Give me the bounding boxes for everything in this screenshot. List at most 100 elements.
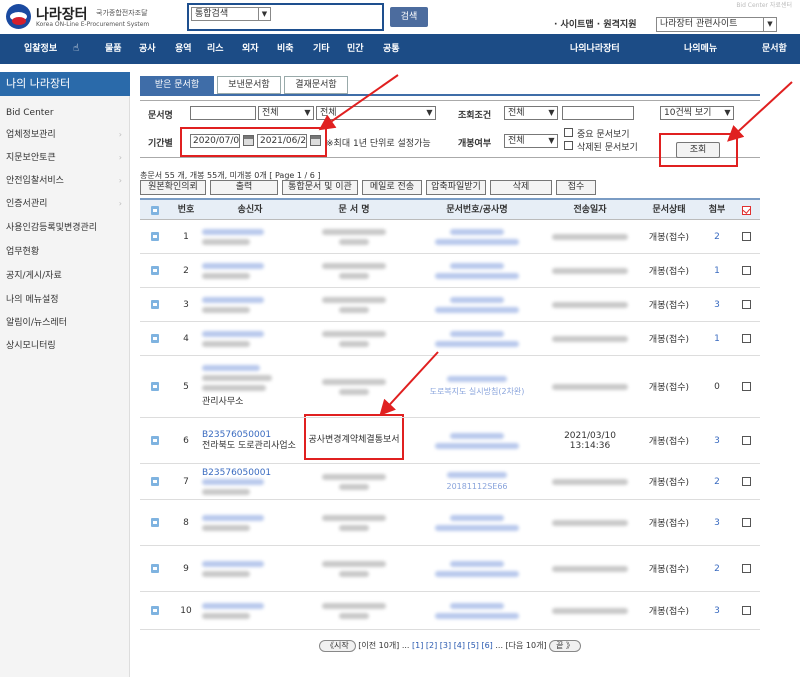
row-doc-number[interactable] <box>410 322 544 355</box>
nav-common[interactable]: 공통 <box>383 34 400 64</box>
nav-my-nara[interactable]: 나의나라장터 <box>570 34 620 64</box>
related-sites-select[interactable]: 나라장터 관련사이트 ▼ <box>656 17 777 32</box>
nara-logo[interactable]: 나라장터 국가종합전자조달 Korea ON-Line E-Procuremen… <box>6 3 149 31</box>
pager-last-button[interactable]: 끝 》 <box>549 640 582 652</box>
search-box[interactable]: 통합검색 ▼ <box>187 3 384 31</box>
pager-page-1[interactable]: [1] <box>412 641 423 650</box>
row-attach-count[interactable]: 3 <box>702 418 732 463</box>
scope-select-2[interactable]: 전체 ▼ <box>316 106 436 120</box>
sidebar-item-work-status[interactable]: 업무현황 <box>0 241 130 263</box>
row-sender[interactable]: B23576050001 전라북도 도로관리사업소 <box>202 418 298 463</box>
table-row[interactable]: 3 개봉(접수) 3 <box>140 288 760 322</box>
row-doc-number[interactable] <box>410 220 544 253</box>
merge-transfer-button[interactable]: 통합문서 및 이관 <box>282 180 358 195</box>
nav-private[interactable]: 민간 <box>347 34 364 64</box>
row-doc-title[interactable] <box>298 592 410 629</box>
row-doc-title[interactable] <box>298 220 410 253</box>
table-row[interactable]: 10 개봉(접수) 3 <box>140 592 760 630</box>
row-doc-title[interactable] <box>298 288 410 321</box>
pager-page-5[interactable]: [5] <box>468 641 479 650</box>
table-row[interactable]: 5 관리사무소 도로복지도 실시방침(2차완) 개봉(접수) 0 <box>140 356 760 418</box>
download-zip-button[interactable]: 압축파일받기 <box>426 180 486 195</box>
row-doc-number[interactable] <box>410 500 544 545</box>
row-select-checkbox[interactable] <box>732 464 760 499</box>
row-select-checkbox[interactable] <box>732 322 760 355</box>
nav-foreign[interactable]: 외자 <box>242 34 259 64</box>
nav-bid-info[interactable]: 입찰정보 <box>24 34 57 64</box>
row-attach-count[interactable]: 1 <box>702 322 732 355</box>
top-links[interactable]: Bid Center 자료센터 <box>440 0 800 10</box>
row-attach-count[interactable]: 0 <box>702 356 732 417</box>
pager-page-2[interactable]: [2] <box>426 641 437 650</box>
row-select-checkbox[interactable] <box>732 220 760 253</box>
search-button[interactable]: 검색 <box>390 7 428 27</box>
sidebar-item-bid-center[interactable]: Bid Center <box>0 102 130 124</box>
row-select-checkbox[interactable] <box>732 254 760 287</box>
condition-select[interactable]: 전체 ▼ <box>504 106 558 120</box>
select-all-checkbox[interactable] <box>732 200 760 220</box>
row-doc-number[interactable] <box>410 592 544 629</box>
search-type-select[interactable]: 통합검색 ▼ <box>191 7 271 21</box>
doc-number-text[interactable]: 20181112SE66 <box>446 482 507 491</box>
row-sender[interactable] <box>202 546 298 591</box>
sidebar-item-company-info[interactable]: 업체정보관리 › <box>0 124 130 146</box>
nav-etc[interactable]: 기타 <box>313 34 330 64</box>
sidebar-item-safe-bid[interactable]: 안전입찰서비스 › <box>0 170 130 192</box>
row-sender[interactable] <box>202 254 298 287</box>
table-row[interactable]: 9 개봉(접수) 2 <box>140 546 760 592</box>
row-doc-title[interactable] <box>298 356 410 417</box>
row-sender[interactable] <box>202 288 298 321</box>
tab-approval[interactable]: 결재문서함 <box>284 76 348 94</box>
page-size-select[interactable]: 10건씩 보기 ▼ <box>660 106 734 120</box>
row-doc-number[interactable] <box>410 418 544 463</box>
nav-service[interactable]: 용역 <box>175 34 192 64</box>
print-button[interactable]: 출력 <box>210 180 278 195</box>
sender-bid[interactable]: B23576050001 <box>202 430 296 441</box>
doc-title-text[interactable]: 공사변경계약체결통보서 <box>300 435 407 446</box>
sidebar-item-fingerprint-token[interactable]: 지문보안토큰 › <box>0 147 130 169</box>
tab-sent[interactable]: 보낸문서함 <box>217 76 281 94</box>
row-sender[interactable] <box>202 592 298 629</box>
pager-first-button[interactable]: 《시작 <box>318 640 356 652</box>
nav-construction[interactable]: 공사 <box>139 34 156 64</box>
row-select-checkbox[interactable] <box>732 418 760 463</box>
doc-name-input[interactable] <box>190 106 256 120</box>
receive-button[interactable]: 접수 <box>556 180 596 195</box>
scope-select-1[interactable]: 전체 ▼ <box>258 106 314 120</box>
doc-number-text[interactable]: 도로복지도 실시방침(2차완) <box>430 386 525 397</box>
send-mail-button[interactable]: 메일로 전송 <box>362 180 422 195</box>
row-attach-count[interactable]: 2 <box>702 220 732 253</box>
row-doc-title[interactable] <box>298 322 410 355</box>
row-attach-count[interactable]: 3 <box>702 592 732 629</box>
row-sender[interactable] <box>202 322 298 355</box>
table-row[interactable]: 7 B23576050001 20181112SE66 개봉(접수) 2 <box>140 464 760 500</box>
table-row[interactable]: 4 개봉(접수) 1 <box>140 322 760 356</box>
nav-my-menu[interactable]: 나의메뉴 <box>684 34 717 64</box>
row-attach-count[interactable]: 3 <box>702 288 732 321</box>
row-sender[interactable]: B23576050001 <box>202 464 298 499</box>
delete-button[interactable]: 삭제 <box>490 180 552 195</box>
sidebar-item-newsletter[interactable]: 알림이/뉴스레터 <box>0 312 130 334</box>
row-doc-number[interactable] <box>410 546 544 591</box>
row-attach-count[interactable]: 2 <box>702 464 732 499</box>
table-row[interactable]: 8 개봉(접수) 3 <box>140 500 760 546</box>
sender-bid[interactable]: B23576050001 <box>202 468 271 479</box>
row-attach-count[interactable]: 3 <box>702 500 732 545</box>
nav-stockpile[interactable]: 비축 <box>277 34 294 64</box>
row-sender[interactable] <box>202 500 298 545</box>
pager-page-3[interactable]: [3] <box>440 641 451 650</box>
row-sender[interactable]: 관리사무소 <box>202 356 298 417</box>
row-doc-title[interactable] <box>298 464 410 499</box>
pager-page-6[interactable]: [6] <box>481 641 492 650</box>
condition-input[interactable] <box>562 106 634 120</box>
deleted-docs-checkbox[interactable] <box>564 141 573 150</box>
site-links-text[interactable]: · 사이트맵 · 원격지원 <box>554 20 636 30</box>
sidebar-item-certificate[interactable]: 인증서관리 › <box>0 193 130 215</box>
row-doc-number[interactable]: 도로복지도 실시방침(2차완) <box>410 356 544 417</box>
sidebar-item-notice[interactable]: 공지/게시/자료 <box>0 265 130 287</box>
row-select-checkbox[interactable] <box>732 500 760 545</box>
row-doc-title[interactable] <box>298 254 410 287</box>
row-sender[interactable] <box>202 220 298 253</box>
row-attach-count[interactable]: 2 <box>702 546 732 591</box>
table-row[interactable]: 6 B23576050001 전라북도 도로관리사업소 공사변경계약체결통보서 2021… <box>140 418 760 464</box>
